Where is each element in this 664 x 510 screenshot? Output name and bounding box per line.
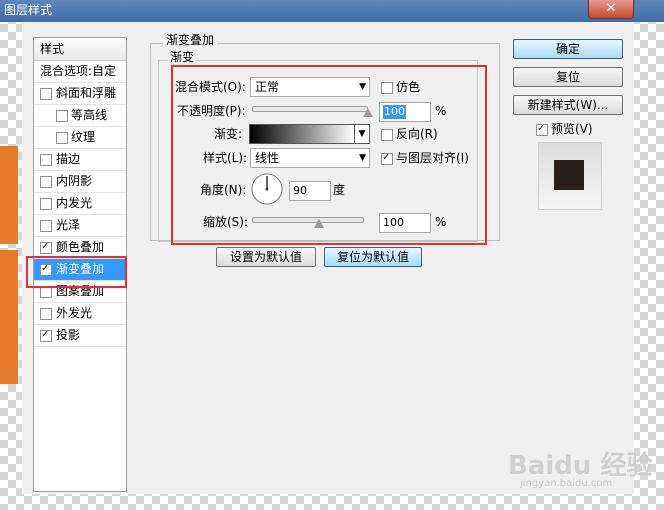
preview-box (538, 142, 602, 210)
watermark-logo: Baidu 经验 (508, 451, 653, 481)
title-bar (0, 0, 664, 22)
style-item-drop-shadow[interactable]: 投影 (34, 325, 126, 347)
background-strip (0, 146, 18, 244)
style-checkbox[interactable] (56, 110, 68, 122)
selected-item-highlight (26, 256, 127, 288)
style-item-label: 描边 (56, 152, 81, 166)
style-item-inner-glow[interactable]: 内发光 (34, 193, 126, 215)
style-item-stroke[interactable]: 描边 (34, 149, 126, 171)
gradient-subgroup-title: 渐变 (168, 50, 197, 64)
style-item-bevel-emboss[interactable]: 斜面和浮雕 (34, 83, 126, 105)
style-item-label: 外发光 (56, 306, 93, 320)
window-title: 图层样式 (4, 3, 53, 17)
ok-button[interactable]: 确定 (513, 39, 623, 59)
preview-label: 预览(V) (551, 122, 593, 136)
style-checkbox[interactable] (40, 240, 52, 254)
style-item-label: 斜面和浮雕 (56, 86, 117, 100)
style-item-inner-shadow[interactable]: 内阴影 (34, 171, 126, 193)
style-item-outer-glow[interactable]: 外发光 (34, 303, 126, 325)
style-item-satin[interactable]: 光泽 (34, 215, 126, 237)
style-checkbox[interactable] (40, 308, 52, 320)
styles-header-label: 样式 (40, 42, 65, 56)
new-style-button[interactable]: 新建样式(W)... (513, 95, 623, 115)
make-default-button[interactable]: 设置为默认值 (216, 247, 316, 267)
style-item-label: 纹理 (71, 130, 96, 144)
style-item-label: 投影 (56, 328, 81, 342)
preview-checkbox[interactable] (536, 122, 548, 136)
style-checkbox[interactable] (40, 328, 52, 342)
reset-button[interactable]: 复位 (513, 67, 623, 87)
blend-options-label: 混合选项:自定 (40, 64, 117, 78)
close-button[interactable]: ✕ (588, 0, 634, 19)
watermark-url: jingyan.baidu.com (520, 478, 613, 489)
preview-swatch (554, 160, 584, 190)
gradient-overlay-title: 渐变叠加 (163, 33, 218, 47)
reset-to-default-button[interactable]: 复位为默认值 (324, 247, 422, 267)
annotation-highlight-box (171, 65, 487, 245)
blend-options-item[interactable]: 混合选项:自定 (34, 61, 126, 83)
style-checkbox[interactable] (40, 198, 52, 210)
style-checkbox[interactable] (40, 88, 52, 100)
style-checkbox[interactable] (56, 132, 68, 144)
style-checkbox[interactable] (40, 220, 52, 232)
style-checkbox[interactable] (40, 176, 52, 188)
style-item-texture[interactable]: 纹理 (34, 127, 126, 149)
styles-header: 样式 (34, 38, 126, 61)
background-strip (0, 250, 18, 384)
style-checkbox[interactable] (40, 154, 52, 166)
style-item-label: 颜色叠加 (56, 240, 105, 254)
style-item-contour[interactable]: 等高线 (34, 105, 126, 127)
style-item-label: 等高线 (71, 108, 108, 122)
style-item-label: 光泽 (56, 218, 81, 232)
style-item-label: 内发光 (56, 196, 93, 210)
style-item-label: 内阴影 (56, 174, 93, 188)
